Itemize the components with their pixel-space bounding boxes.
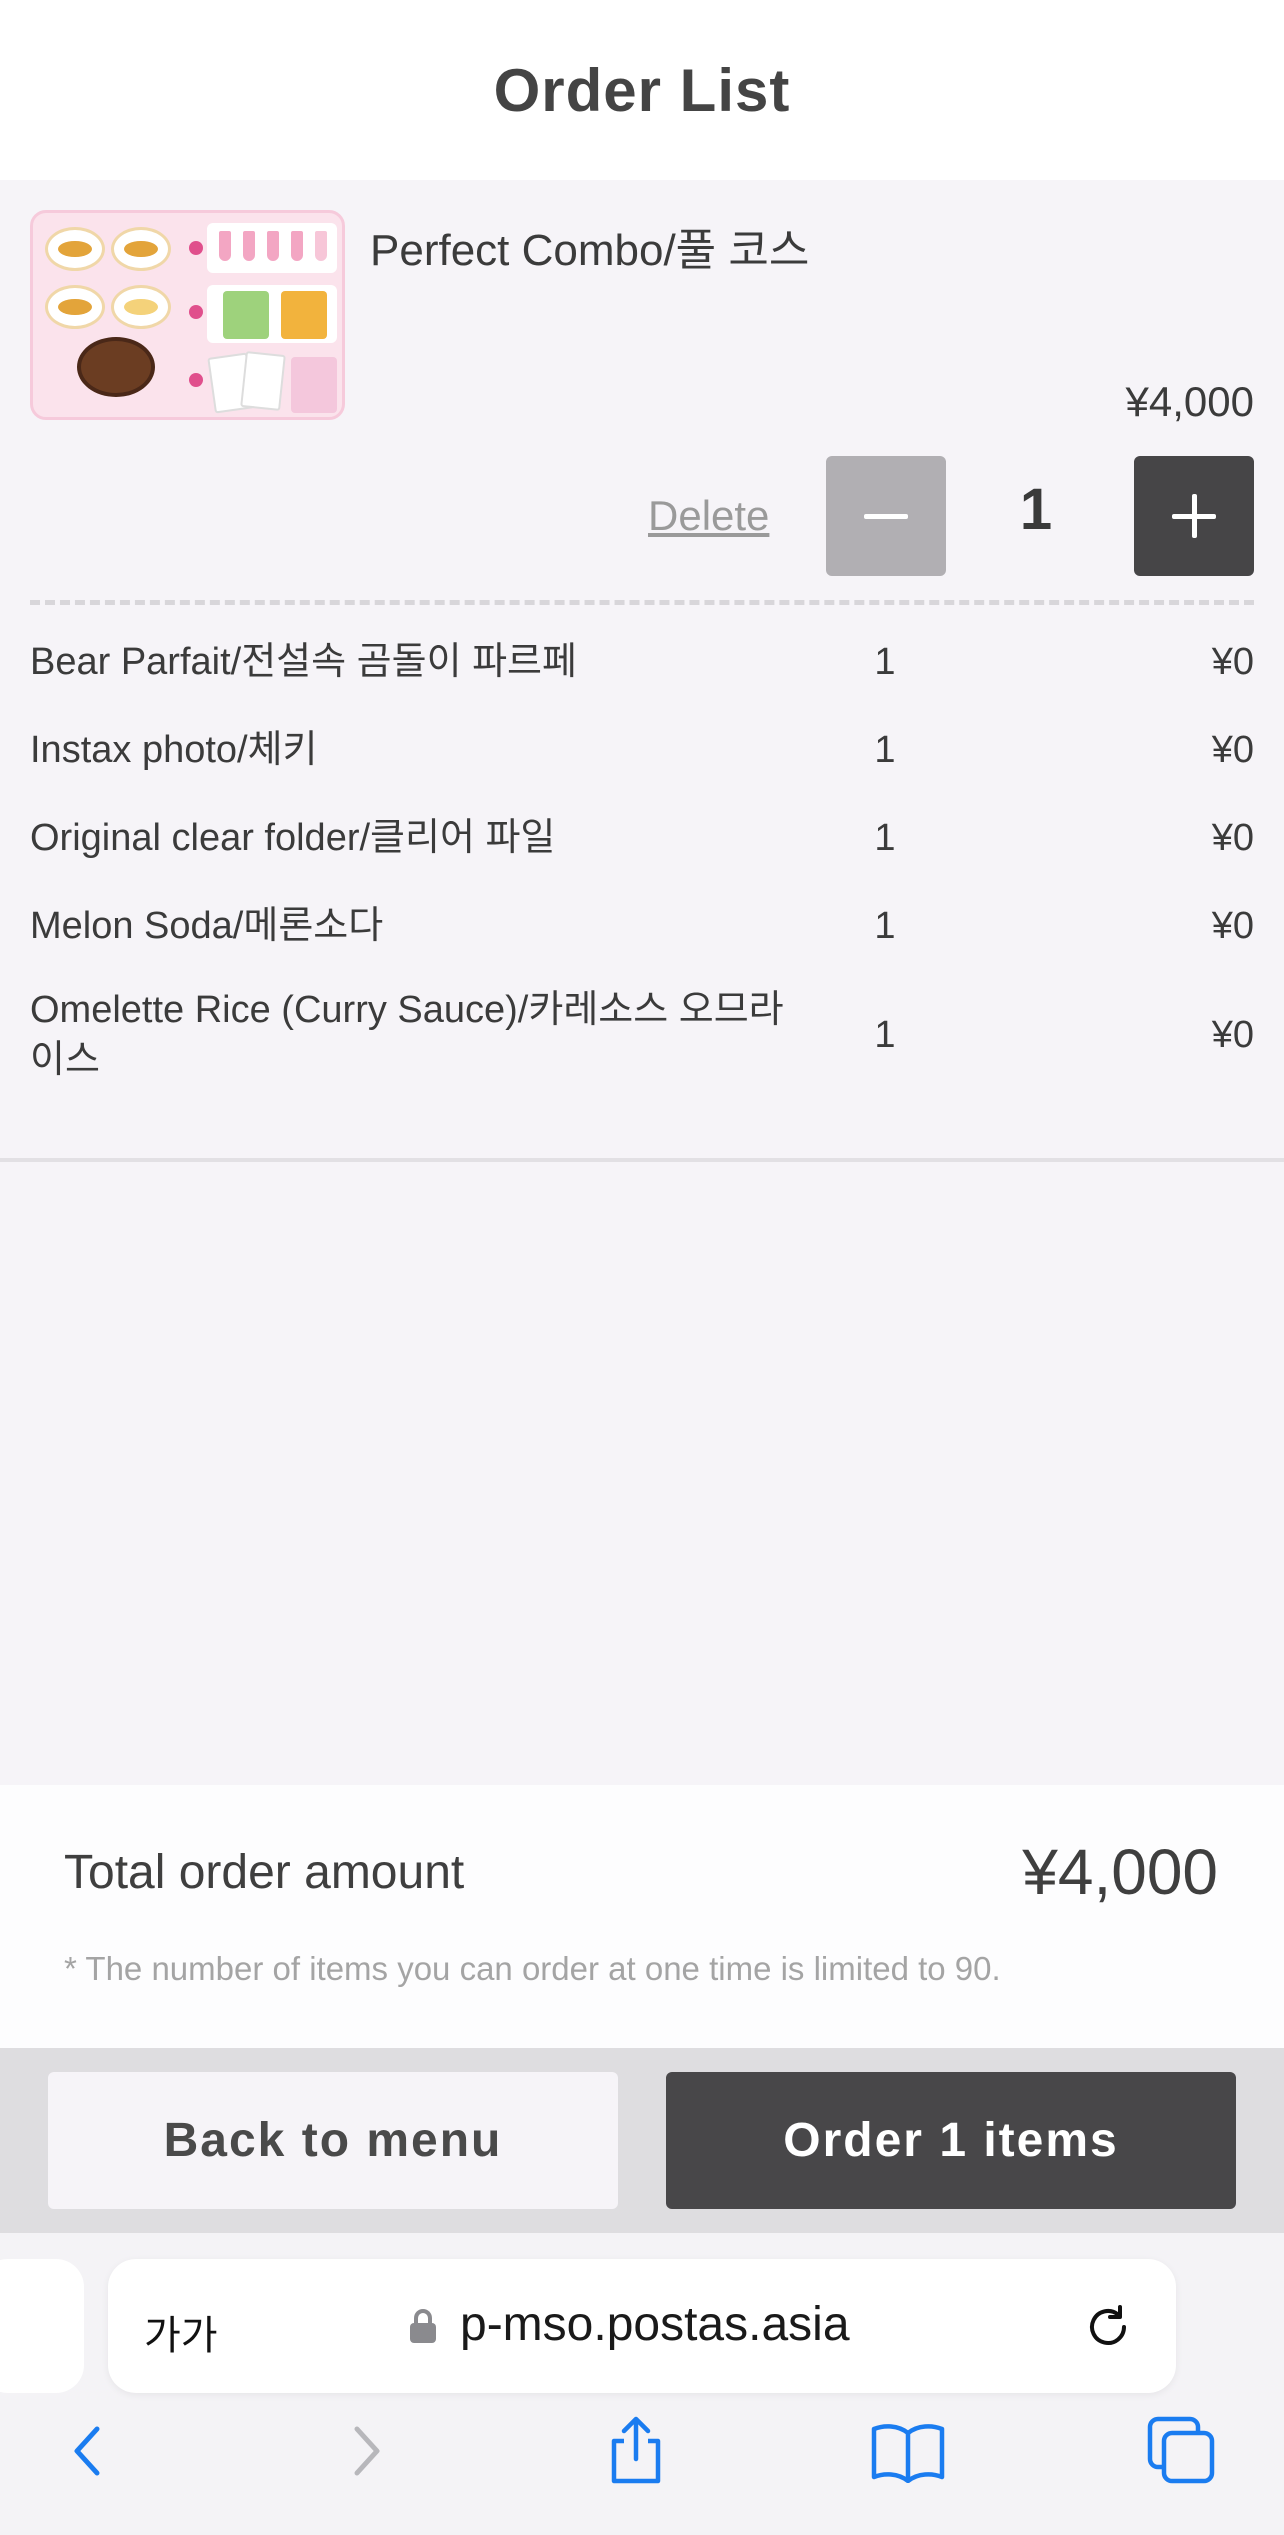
reload-icon[interactable] bbox=[1080, 2299, 1136, 2355]
sub-item-name: Omelette Rice (Curry Sauce)/카레소스 오므라이스 bbox=[30, 989, 784, 1081]
order-item-card: Perfect Combo/풀 코스 ¥4,000 Delete 1 Bear … bbox=[0, 180, 1284, 1162]
sub-item-name: Bear Parfait/전설속 곰돌이 파르페 bbox=[30, 641, 577, 683]
sub-item-name: Instax photo/체키 bbox=[30, 729, 318, 771]
plus-icon bbox=[1172, 494, 1216, 538]
sub-item-name: Original clear folder/클리어 파일 bbox=[30, 817, 556, 859]
combo-thumbnail bbox=[30, 210, 345, 420]
back-icon[interactable] bbox=[48, 2411, 128, 2491]
card-divider bbox=[0, 1158, 1284, 1162]
action-bar: Back to menu Order 1 items bbox=[0, 2048, 1284, 2233]
item-name: Perfect Combo/풀 코스 bbox=[370, 226, 810, 275]
sub-item-name: Melon Soda/메론소다 bbox=[30, 905, 384, 947]
sub-item-price: ¥0 bbox=[1211, 904, 1254, 947]
sub-item-price: ¥0 bbox=[1211, 1013, 1254, 1056]
url-text[interactable]: p-mso.postas.asia bbox=[460, 2297, 850, 2352]
share-icon[interactable] bbox=[596, 2411, 676, 2491]
tabs-icon[interactable] bbox=[1142, 2411, 1222, 2491]
sub-item-qty: 1 bbox=[874, 904, 896, 947]
list-item: Instax photo/체키 1 ¥0 bbox=[30, 718, 1254, 782]
page-header: Order List bbox=[0, 0, 1284, 180]
lock-icon bbox=[410, 2309, 436, 2343]
text-size-button[interactable]: 가가 bbox=[144, 2303, 218, 2361]
list-item: Omelette Rice (Curry Sauce)/카레소스 오므라이스 1… bbox=[30, 980, 1254, 1090]
order-button[interactable]: Order 1 items bbox=[666, 2072, 1236, 2209]
order-limit-note: * The number of items you can order at o… bbox=[64, 1950, 1001, 1987]
item-price: ¥4,000 bbox=[1125, 378, 1254, 425]
list-item: Bear Parfait/전설속 곰돌이 파르페 1 ¥0 bbox=[30, 630, 1254, 694]
address-bar[interactable]: 가가 p-mso.postas.asia bbox=[108, 2259, 1176, 2393]
sub-item-qty: 1 bbox=[874, 816, 896, 859]
increase-quantity-button[interactable] bbox=[1134, 456, 1254, 576]
bookmarks-icon[interactable] bbox=[868, 2411, 948, 2491]
list-item: Melon Soda/메론소다 1 ¥0 bbox=[30, 894, 1254, 958]
browser-chrome: 가가 p-mso.postas.asia bbox=[0, 2233, 1284, 2535]
total-label: Total order amount bbox=[64, 1846, 465, 1899]
total-value: ¥4,000 bbox=[1022, 1836, 1218, 1908]
previous-tab-peek[interactable] bbox=[0, 2259, 84, 2393]
decrease-quantity-button[interactable] bbox=[826, 456, 946, 576]
page-title: Order List bbox=[493, 56, 791, 124]
list-item: Original clear folder/클리어 파일 1 ¥0 bbox=[30, 806, 1254, 870]
order-summary: Total order amount ¥4,000 * The number o… bbox=[0, 1785, 1284, 2048]
sub-item-price: ¥0 bbox=[1211, 728, 1254, 771]
sub-item-qty: 1 bbox=[874, 728, 896, 771]
minus-icon bbox=[864, 513, 908, 519]
forward-icon[interactable] bbox=[326, 2411, 406, 2491]
quantity-value: 1 bbox=[1019, 477, 1053, 542]
dashed-divider bbox=[30, 600, 1254, 605]
back-to-menu-button[interactable]: Back to menu bbox=[48, 2072, 618, 2209]
sub-item-qty: 1 bbox=[874, 640, 896, 683]
sub-item-qty: 1 bbox=[874, 1013, 896, 1056]
delete-link[interactable]: Delete bbox=[648, 492, 769, 540]
sub-item-price: ¥0 bbox=[1211, 640, 1254, 683]
sub-item-price: ¥0 bbox=[1211, 816, 1254, 859]
